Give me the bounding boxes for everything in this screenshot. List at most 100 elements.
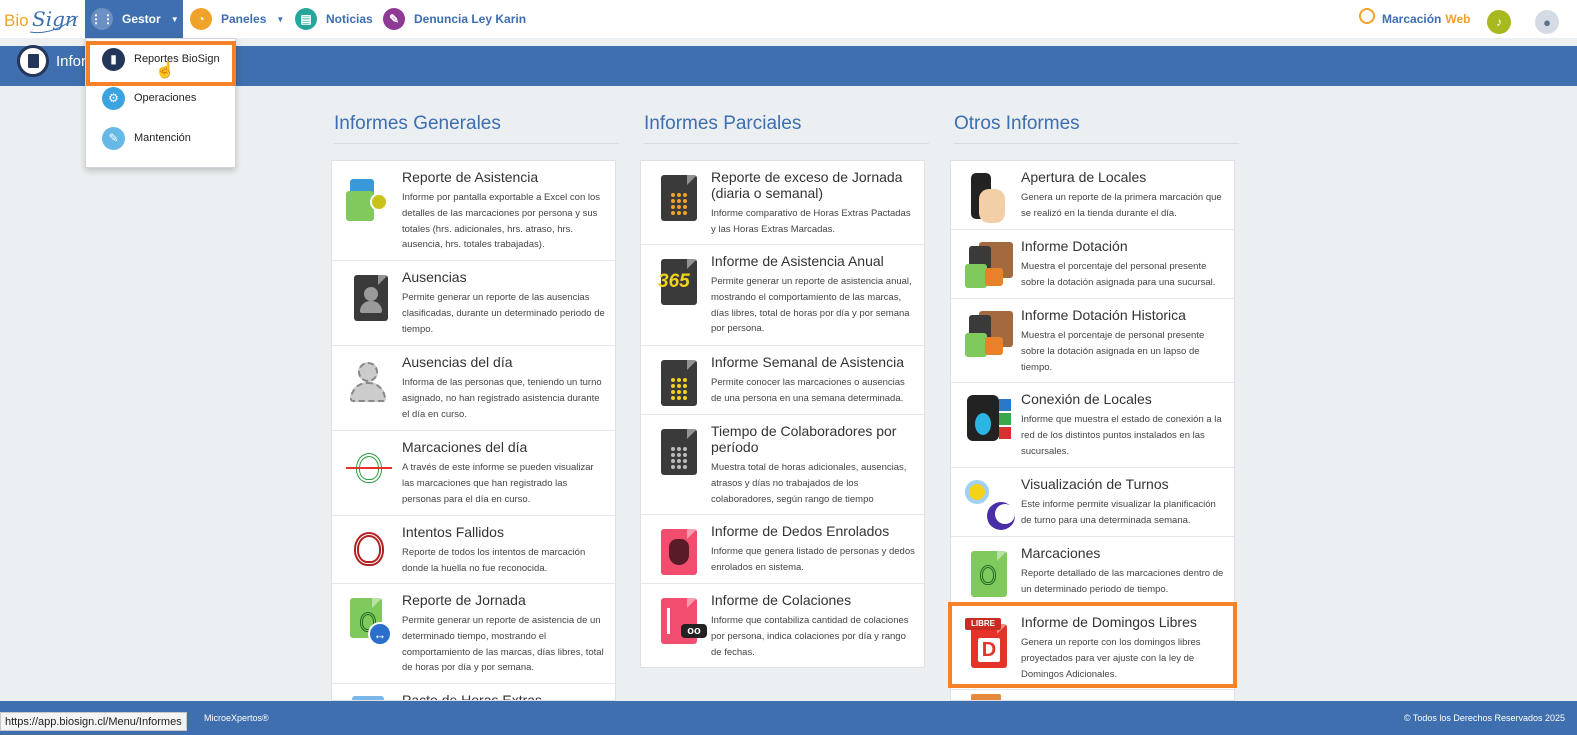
report-desc: Permite conocer las marcaciones o ausenc… bbox=[711, 377, 905, 404]
report-desc: Permite generar un reporte de asistencia… bbox=[402, 615, 604, 674]
report-title: Apertura de Locales bbox=[1021, 169, 1147, 185]
menu-item-mantencion[interactable]: ✎ Mantención bbox=[102, 125, 191, 151]
marcacion-label: Marcación bbox=[1382, 12, 1442, 26]
report-item-tiempo-colaboradores[interactable]: Tiempo de Colaboradores por período Mues… bbox=[641, 415, 924, 515]
report-desc: Permite generar un reporte de las ausenc… bbox=[402, 292, 605, 335]
svg-text:Bio: Bio bbox=[4, 11, 29, 30]
calculator-yellow-icon bbox=[655, 358, 705, 408]
nav-gestor[interactable]: ⋮⋮ Gestor ▼ bbox=[85, 0, 183, 38]
report-desc: Reporte detallado de las marcaciones den… bbox=[1021, 568, 1224, 595]
report-item-intentos-fallidos[interactable]: Intentos Fallidos Reporte de todos los i… bbox=[332, 516, 615, 584]
report-desc: Permite generar un reporte de asistencia… bbox=[711, 276, 912, 335]
menu-item-label: Operaciones bbox=[134, 92, 197, 104]
footer: MicroeXpertos® © Todos los Derechos Rese… bbox=[0, 701, 1577, 735]
report-item-ausencias-dia[interactable]: Ausencias del día Informa de las persona… bbox=[332, 346, 615, 431]
calculator-icon bbox=[655, 173, 705, 223]
nav-paneles[interactable]: ◔ Paneles ▼ bbox=[190, 0, 284, 38]
report-desc: Informe que contabiliza cantidad de cola… bbox=[711, 615, 909, 658]
nav-gestor-label: Gestor bbox=[122, 12, 161, 26]
column-title-generales: Informes Generales bbox=[334, 113, 619, 144]
report-item-asistencia[interactable]: Reporte de Asistencia Informe por pantal… bbox=[332, 161, 615, 261]
report-desc: Informe que muestra el estado de conexió… bbox=[1021, 414, 1222, 457]
turnos-icon bbox=[965, 480, 1015, 530]
report-title: Ausencias del día bbox=[402, 354, 513, 370]
marcaciones-dia-icon bbox=[346, 443, 396, 493]
report-title: Tiempo de Colaboradores por período bbox=[711, 423, 897, 455]
column-title-parciales: Informes Parciales bbox=[644, 113, 929, 144]
report-item-ausencias[interactable]: Ausencias Permite generar un reporte de … bbox=[332, 261, 615, 346]
user-icon[interactable]: ● bbox=[1535, 10, 1559, 34]
chevron-down-icon: ▼ bbox=[276, 14, 285, 24]
gear-icon: ⚙ bbox=[102, 86, 125, 110]
report-item-visualizacion-turnos[interactable]: Visualización de Turnos Este informe per… bbox=[951, 468, 1234, 537]
status-bar-url: https://app.biosign.cl/Menu/Informes bbox=[0, 712, 187, 731]
nav-denuncia[interactable]: ✎ Denuncia Ley Karin bbox=[383, 0, 526, 38]
report-title: Informe Semanal de Asistencia bbox=[711, 354, 904, 370]
report-desc: Informe por pantalla exportable a Excel … bbox=[402, 192, 601, 251]
nav-paneles-label: Paneles bbox=[221, 12, 267, 26]
report-desc: Informe que genera listado de personas y… bbox=[711, 546, 915, 573]
menu-item-label: Mantención bbox=[134, 132, 191, 144]
page-title: Infor bbox=[56, 53, 86, 70]
informes-generales-list: Reporte de Asistencia Informe por pantal… bbox=[331, 160, 616, 701]
report-item-asistencia-anual[interactable]: 365 Informe de Asistencia Anual Permite … bbox=[641, 245, 924, 346]
report-item-colaciones[interactable]: oo Informe de Colaciones Informe que con… bbox=[641, 584, 924, 668]
report-title: Marcaciones bbox=[1021, 545, 1101, 561]
megaphone-icon: ✎ bbox=[383, 8, 405, 30]
marcacion-web-link[interactable]: Marcación Web bbox=[1359, 0, 1470, 38]
highlight-box-domingos-libres bbox=[948, 602, 1237, 688]
intentos-fallidos-icon bbox=[346, 528, 396, 578]
page-header bbox=[0, 46, 1577, 86]
colaciones-icon: oo bbox=[655, 596, 707, 646]
marcaciones-icon bbox=[965, 549, 1015, 599]
dotacion-historica-icon bbox=[965, 311, 1015, 361]
report-item-marcaciones[interactable]: Marcaciones Reporte detallado de las mar… bbox=[951, 537, 1234, 606]
wrench-icon: ✎ bbox=[102, 126, 125, 150]
document-icon bbox=[17, 45, 49, 77]
report-item-jornada[interactable]: ↔ Reporte de Jornada Permite generar un … bbox=[332, 584, 615, 684]
newspaper-icon: ▤ bbox=[295, 8, 317, 30]
report-title: Intentos Fallidos bbox=[402, 524, 504, 540]
nav-denuncia-label: Denuncia Ley Karin bbox=[414, 12, 527, 26]
report-title: Marcaciones del día bbox=[402, 439, 528, 455]
report-desc: Muestra el porcentaje de personal presen… bbox=[1021, 330, 1205, 373]
report-title: Reporte de Asistencia bbox=[402, 169, 539, 185]
report-desc: A través de este informe se pueden visua… bbox=[402, 462, 594, 505]
report-title: Ausencias bbox=[402, 269, 467, 285]
informes-parciales-list: Reporte de exceso de Jornada (diaria o s… bbox=[640, 160, 925, 668]
365-icon: 365 bbox=[655, 257, 705, 307]
report-desc: Reporte de todos los intentos de marcaci… bbox=[402, 547, 586, 574]
hand-icon bbox=[655, 527, 705, 577]
hand-cursor-icon: ☝ bbox=[155, 62, 175, 79]
report-title: Informe de Colaciones bbox=[711, 592, 852, 608]
report-item-dotacion[interactable]: Informe Dotación Muestra el porcentaje d… bbox=[951, 230, 1234, 299]
report-item-marcaciones-dia[interactable]: Marcaciones del día A través de este inf… bbox=[332, 431, 615, 516]
report-desc: Informe comparativo de Horas Extras Pact… bbox=[711, 208, 911, 235]
column-title-otros: Otros Informes bbox=[954, 113, 1239, 144]
report-item-dedos-enrolados[interactable]: Informe de Dedos Enrolados Informe que g… bbox=[641, 515, 924, 584]
nav-noticias[interactable]: ▤ Noticias bbox=[295, 0, 373, 38]
report-item-conexion-locales[interactable]: Conexión de Locales Informe que muestra … bbox=[951, 383, 1234, 468]
clock-icon bbox=[1359, 8, 1375, 24]
biosign-logo[interactable]: Bio Sign bbox=[2, 2, 82, 36]
report-item-partial bbox=[951, 690, 1234, 700]
calculator-gray-icon bbox=[655, 427, 705, 477]
report-title: Conexión de Locales bbox=[1021, 391, 1152, 407]
report-item-dotacion-historica[interactable]: Informe Dotación Historica Muestra el po… bbox=[951, 299, 1234, 383]
conexion-icon bbox=[965, 395, 1015, 445]
report-title: Reporte de Jornada bbox=[402, 592, 526, 608]
report-item-pacto-horas[interactable]: Pacto de Horas Extras bbox=[332, 684, 615, 700]
report-desc: Este informe permite visualizar la plani… bbox=[1021, 499, 1216, 526]
report-title: Informe Dotación bbox=[1021, 238, 1128, 254]
report-item-semanal-asistencia[interactable]: Informe Semanal de Asistencia Permite co… bbox=[641, 346, 924, 415]
report-desc: Muestra el porcentaje del personal prese… bbox=[1021, 261, 1216, 288]
svg-text:Sign: Sign bbox=[32, 7, 78, 31]
report-desc: Informa de las personas que, teniendo un… bbox=[402, 377, 602, 420]
report-item-apertura-locales[interactable]: Apertura de Locales Genera un reporte de… bbox=[951, 161, 1234, 230]
pie-chart-icon: ◔ bbox=[190, 8, 212, 30]
apertura-icon bbox=[965, 173, 1015, 223]
bell-icon[interactable]: ♪ bbox=[1487, 10, 1511, 34]
report-item-exceso-jornada[interactable]: Reporte de exceso de Jornada (diaria o s… bbox=[641, 161, 924, 245]
footer-company: MicroeXpertos® bbox=[204, 713, 269, 723]
menu-item-operaciones[interactable]: ⚙ Operaciones bbox=[102, 85, 196, 111]
